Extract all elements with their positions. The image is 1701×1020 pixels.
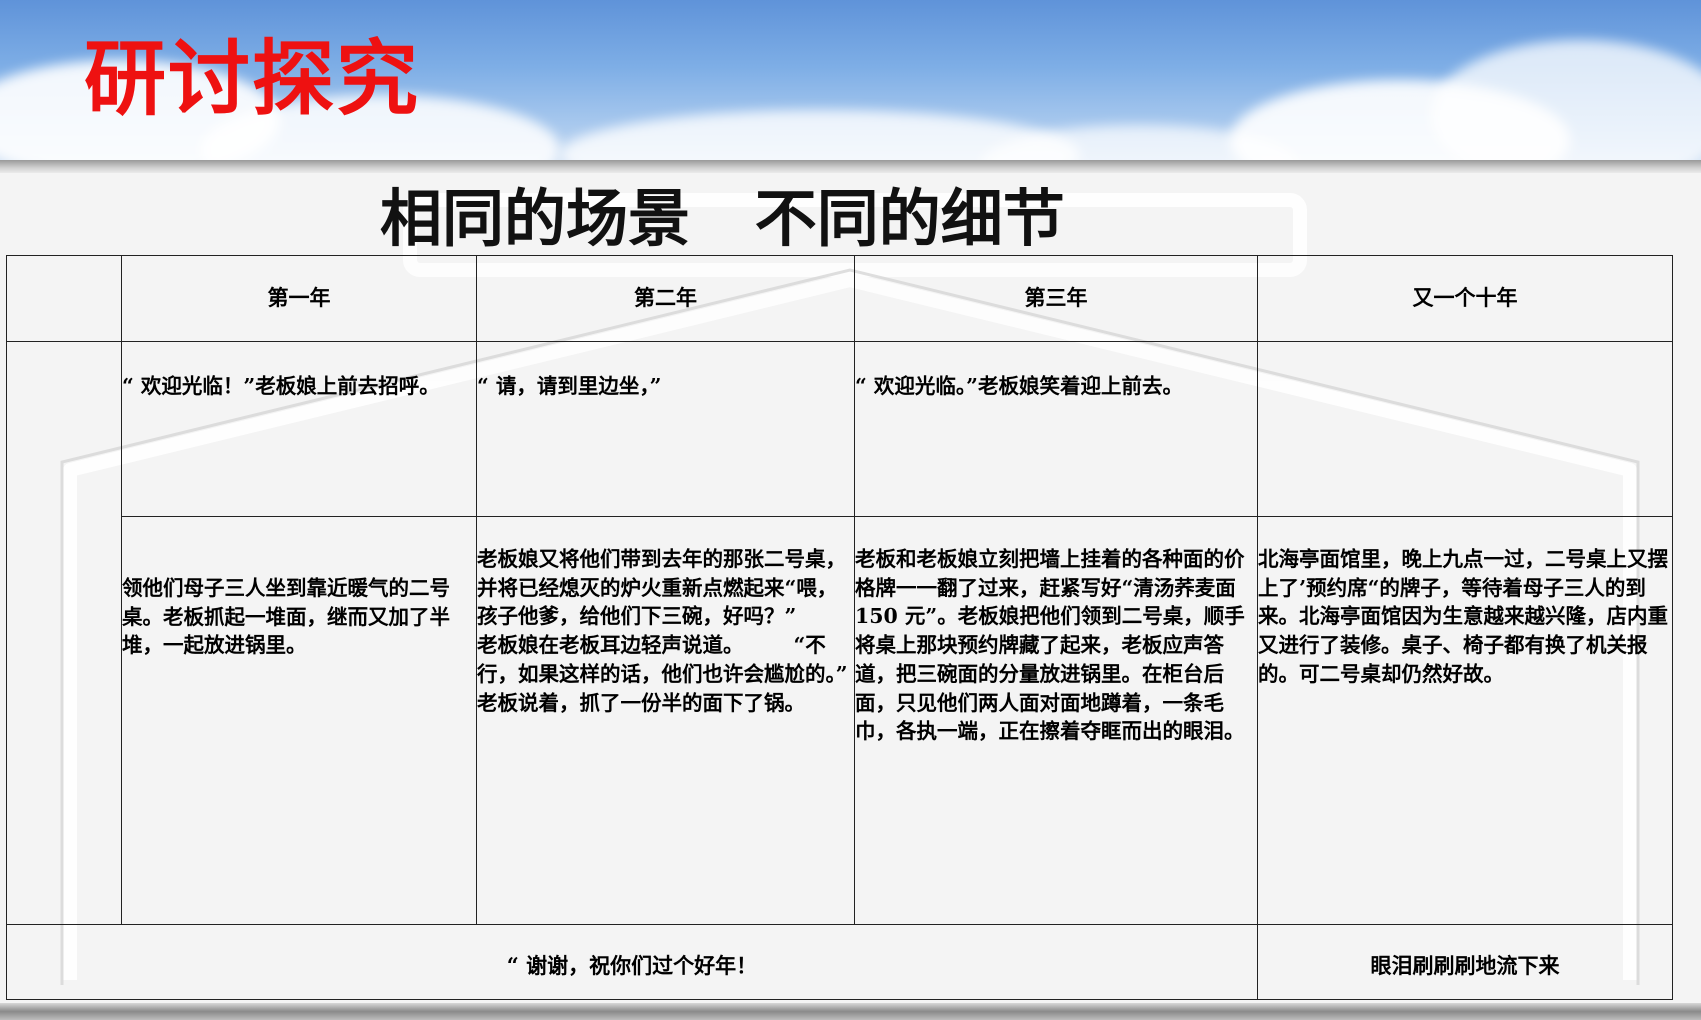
table-border [6,255,1673,256]
table-cell: 老板和老板娘立刻把墙上挂着的各种面的价格牌一一翻了过来，赶紧写好“清汤荞麦面 1… [855,547,1245,744]
table-border [6,999,1673,1000]
column-header-year-3: 第三年 [1024,285,1088,310]
table-border [121,516,1673,517]
comparison-table: 第一年 第二年 第三年 又一个十年 “ 欢迎光临！”老板娘上前去招呼。 “ 请，… [6,255,1673,1001]
table-border [6,341,1673,342]
table-cell: “ 请，请到里边坐，” [477,374,662,398]
column-header-ten-years-later: 又一个十年 [1412,285,1518,310]
table-border [6,255,7,1000]
table-cell: 北海亭面馆里，晚上九点一过，二号桌上又摆上了’预约席“的牌子，等待着母子三人的到… [1258,547,1668,686]
table-cell: 领他们母子三人坐到靠近暖气的二号桌。老板抓起一堆面，继而又加了半堆，一起放进锅里… [122,576,450,658]
table-cell: 老板娘又将他们带到去年的那张二号桌，并将已经熄灭的炉火重新点燃起来“喂，孩子他爹… [477,547,905,715]
table-border [1672,255,1673,1000]
slide-subtitle: 相同的场景 不同的细节 [380,182,1065,255]
footer-cell-thanks: “ 谢谢，祝你们过个好年！ [506,953,758,978]
table-cell: “ 欢迎光临！”老板娘上前去招呼。 [122,374,440,398]
header-divider-bar [0,160,1701,173]
column-header-year-1: 第一年 [267,285,331,310]
column-header-year-2: 第二年 [634,285,697,310]
slide-title: 研讨探究 [84,31,421,127]
footer-cell-tears: 眼泪刷刷刷地流下来 [1370,953,1560,978]
footer-divider-bar [0,1003,1701,1020]
table-cell: “ 欢迎光临。”老板娘笑着迎上前去。 [855,374,1183,398]
cloud-decoration [1430,40,1701,168]
table-border [6,924,1673,925]
